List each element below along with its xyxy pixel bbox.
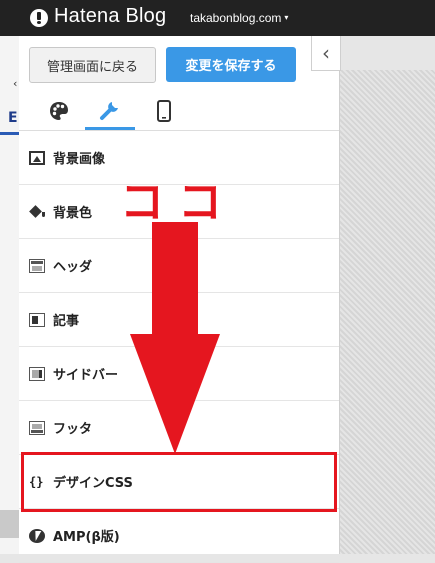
design-tabs xyxy=(19,92,339,131)
menu-item-label: サイドバー xyxy=(53,368,119,383)
back-to-dashboard-button[interactable]: 管理画面に戻る xyxy=(29,47,156,83)
tab-smartphone[interactable] xyxy=(139,92,189,130)
annotation-arrow-icon xyxy=(130,222,220,454)
logo-text[interactable]: Hatena Blog xyxy=(54,5,166,28)
collapse-panel-button[interactable]: ‹ xyxy=(311,36,341,71)
bolt-icon xyxy=(29,528,45,543)
hatena-logo-icon xyxy=(30,9,48,27)
image-icon xyxy=(29,150,45,165)
smartphone-icon xyxy=(157,100,171,122)
back-arrow-icon[interactable]: ‹ xyxy=(13,77,17,90)
menu-item-label: 記事 xyxy=(53,314,80,329)
annotation-text: ココ xyxy=(120,177,236,228)
blog-header-bar xyxy=(0,132,19,135)
chevron-down-icon: ▾ xyxy=(284,13,289,22)
blog-title-fragment: E xyxy=(8,110,18,126)
tab-customize[interactable] xyxy=(85,92,135,130)
account-name: takabonblog.com xyxy=(190,11,282,25)
header-layout-icon xyxy=(29,258,45,273)
menu-item-amp[interactable]: AMP(β版) xyxy=(19,509,339,563)
preview-block xyxy=(0,510,19,538)
menu-item-label: フッタ xyxy=(53,422,93,437)
chevron-left-icon: ‹ xyxy=(322,41,330,65)
annotation-highlight-box xyxy=(21,452,337,512)
tab-theme[interactable] xyxy=(34,92,84,130)
save-changes-button[interactable]: 変更を保存する xyxy=(166,47,296,82)
paint-bucket-icon xyxy=(29,205,45,219)
page-background xyxy=(340,70,435,554)
palette-icon xyxy=(50,102,68,120)
menu-item-label: AMP(β版) xyxy=(53,530,120,545)
menu-item-label: 背景色 xyxy=(53,206,93,221)
blog-preview-edge: ‹ E xyxy=(0,36,20,554)
account-menu[interactable]: takabonblog.com ▾ xyxy=(190,11,288,25)
article-layout-icon xyxy=(29,312,45,327)
top-bar: Hatena Blog takabonblog.com ▾ xyxy=(0,0,435,36)
sidebar-layout-icon xyxy=(29,366,45,381)
menu-item-label: ヘッダ xyxy=(53,260,93,275)
wrench-icon xyxy=(100,101,118,120)
footer-layout-icon xyxy=(29,420,45,435)
menu-item-label: 背景画像 xyxy=(53,152,106,167)
